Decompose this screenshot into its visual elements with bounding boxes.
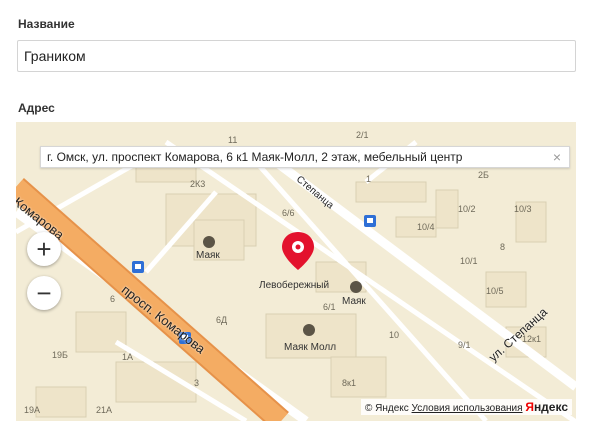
house-number: 19А	[24, 405, 41, 415]
house-number: 3	[194, 378, 200, 388]
house-number: 9/1	[458, 340, 471, 350]
house-number: 10/1	[460, 256, 478, 266]
minus-icon: −	[36, 278, 52, 308]
map-search-text: г. Омск, ул. проспект Комарова, 6 к1 Мая…	[47, 150, 463, 164]
house-number: 1А	[122, 352, 134, 362]
plus-icon: +	[36, 234, 52, 264]
yandex-logo[interactable]: Яндекс	[525, 400, 568, 414]
house-number: 12к1	[522, 334, 541, 344]
house-number: 10/3	[514, 204, 532, 214]
house-number: 6/6	[282, 208, 295, 218]
location-marker-icon	[282, 232, 314, 270]
name-field-label: Название	[18, 17, 75, 31]
house-number: 10/5	[486, 286, 504, 296]
house-number: 1	[366, 174, 372, 184]
copyright-text: © Яндекс	[364, 403, 409, 414]
house-number: 2К3	[190, 179, 206, 189]
house-number: 6	[110, 294, 116, 304]
house-number: 8к1	[342, 378, 356, 388]
house-number: 21А	[96, 405, 113, 415]
house-number: 6/1	[323, 302, 336, 312]
shopping-cart-icon	[303, 324, 315, 336]
poi-label: Левобережный	[259, 280, 330, 291]
house-number: 2Б	[478, 170, 489, 180]
map-building	[330, 356, 387, 398]
house-number: 19Б	[52, 350, 68, 360]
map-building	[355, 181, 427, 203]
house-number: 10/4	[417, 222, 435, 232]
zoom-out-button[interactable]: −	[27, 276, 61, 310]
terms-of-use-link[interactable]: Условия использования	[412, 403, 523, 414]
map-copyright: © Яндекс Условия использования Яндекс	[360, 399, 572, 415]
yandex-logo-rest: ндекс	[533, 400, 568, 414]
house-number: 8	[500, 242, 506, 252]
close-icon[interactable]: ×	[553, 147, 561, 167]
zoom-in-button[interactable]: +	[27, 232, 61, 266]
poi-label: Маяк Молл	[284, 342, 337, 353]
shopping-cart-icon	[203, 236, 215, 248]
poi-label: Маяк	[196, 250, 220, 261]
map-building	[435, 189, 459, 229]
cinema-icon	[350, 281, 362, 293]
house-number: 10	[389, 330, 400, 340]
bus-stop-glyph	[135, 264, 141, 269]
map-search-box[interactable]: г. Омск, ул. проспект Комарова, 6 к1 Мая…	[40, 146, 570, 168]
map-building	[35, 386, 87, 418]
yandex-logo-letter: Я	[525, 400, 534, 414]
address-map[interactable]: Комарова просп. Комарова Степанца ул. Ст…	[16, 122, 576, 421]
bus-stop-glyph	[367, 218, 373, 223]
house-number: 11	[228, 135, 238, 145]
name-input[interactable]	[17, 40, 576, 72]
house-number: 2/1	[356, 130, 369, 140]
house-number: 10/2	[458, 204, 476, 214]
house-number: 6Д	[216, 315, 228, 325]
poi-label: Маяк	[342, 296, 366, 307]
address-field-label: Адрес	[18, 101, 55, 115]
